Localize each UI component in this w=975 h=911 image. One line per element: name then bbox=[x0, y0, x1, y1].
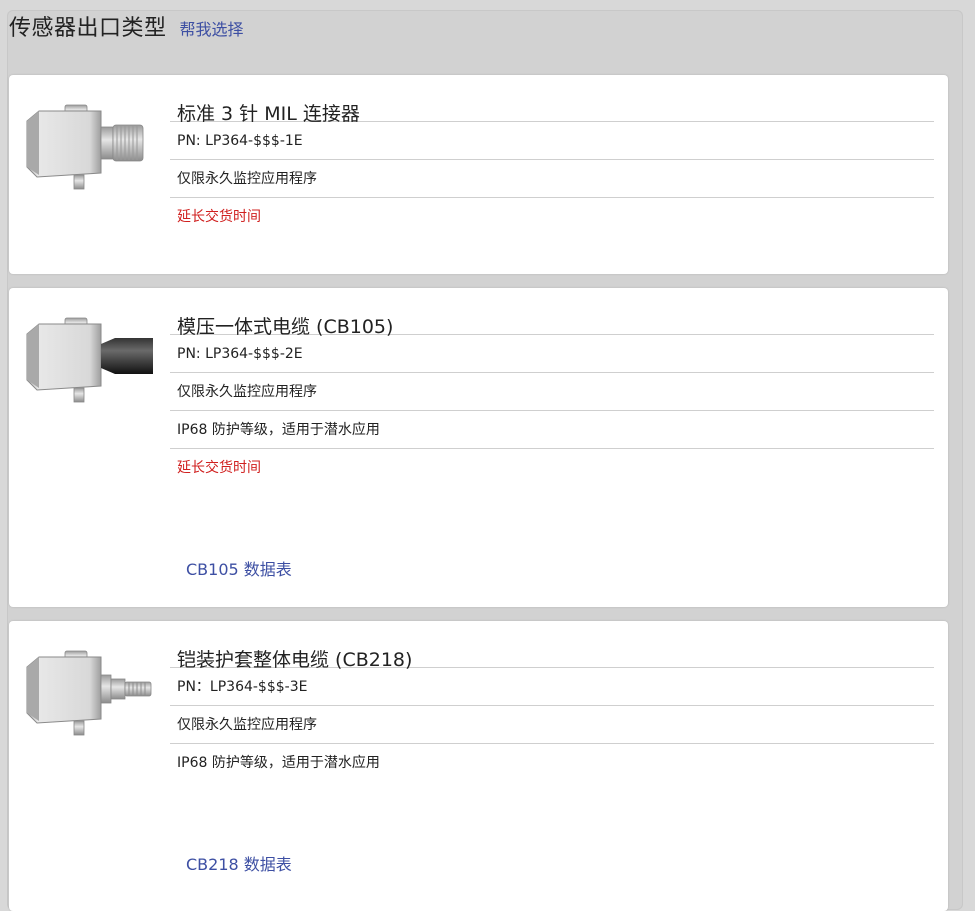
product-title: 标准 3 针 MIL 连接器 bbox=[170, 75, 934, 125]
lead-time-warning: 延长交货时间 bbox=[177, 460, 261, 476]
product-card-molded-cable[interactable]: 模压一体式电缆 (CB105) PN: LP364-$$$-2E 仅限永久监控应… bbox=[9, 288, 948, 607]
part-number: PN: LP364-$$$-2E bbox=[170, 335, 934, 373]
product-info: 标准 3 针 MIL 连接器 PN: LP364-$$$-1E 仅限永久监控应用… bbox=[170, 75, 934, 236]
cb218-datasheet-link[interactable]: CB218 数据表 bbox=[186, 851, 292, 875]
help-me-choose-link[interactable]: 帮我选择 bbox=[180, 16, 244, 40]
sensor-mil-connector-image bbox=[26, 104, 144, 190]
product-title: 铠装护套整体电缆 (CB218) bbox=[170, 621, 934, 671]
feature-row: 仅限永久监控应用程序 bbox=[170, 706, 934, 744]
product-card-mil-connector[interactable]: 标准 3 针 MIL 连接器 PN: LP364-$$$-1E 仅限永久监控应用… bbox=[9, 75, 948, 274]
cb105-datasheet-link[interactable]: CB105 数据表 bbox=[186, 556, 292, 580]
feature-row: IP68 防护等级，适用于潜水应用 bbox=[170, 411, 934, 449]
feature-row: IP68 防护等级，适用于潜水应用 bbox=[177, 755, 380, 771]
sensor-armored-cable-image bbox=[26, 650, 152, 736]
product-title: 模压一体式电缆 (CB105) bbox=[170, 288, 934, 338]
sensor-molded-cable-image bbox=[26, 317, 153, 403]
product-card-armored-cable[interactable]: 铠装护套整体电缆 (CB218) PN：LP364-$$$-3E 仅限永久监控应… bbox=[9, 621, 948, 911]
product-info: 模压一体式电缆 (CB105) PN: LP364-$$$-2E 仅限永久监控应… bbox=[170, 288, 934, 487]
product-info: 铠装护套整体电缆 (CB218) PN：LP364-$$$-3E 仅限永久监控应… bbox=[170, 621, 934, 782]
part-number: PN: LP364-$$$-1E bbox=[170, 122, 934, 160]
section-title: 传感器出口类型 bbox=[9, 16, 167, 41]
feature-row: 仅限永久监控应用程序 bbox=[170, 373, 934, 411]
part-number: PN：LP364-$$$-3E bbox=[170, 668, 934, 706]
feature-row: 仅限永久监控应用程序 bbox=[170, 160, 934, 198]
lead-time-warning: 延长交货时间 bbox=[177, 209, 261, 225]
section-header: 传感器出口类型 帮我选择 bbox=[9, 10, 244, 50]
